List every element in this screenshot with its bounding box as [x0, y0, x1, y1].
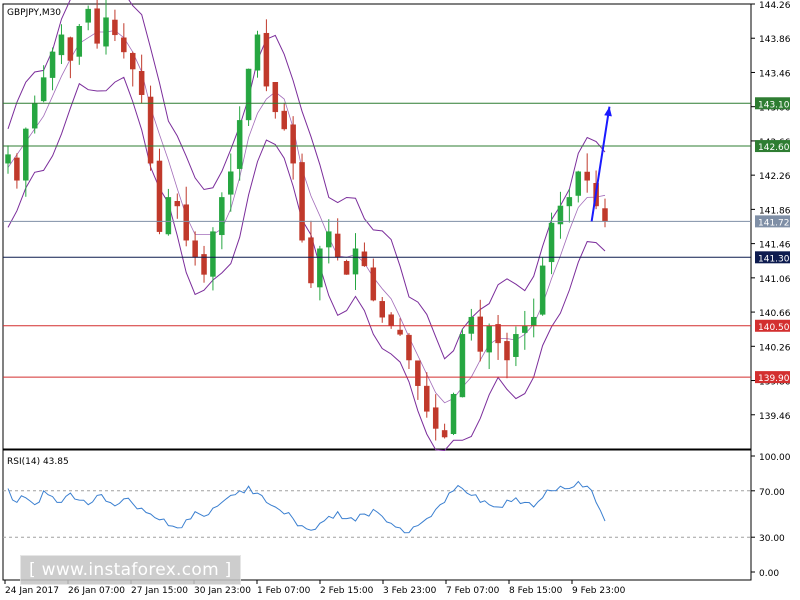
price-tick-label-7: 141.46: [759, 241, 791, 251]
candle-body: [379, 301, 385, 318]
candle-body: [432, 407, 439, 429]
candle-body: [281, 110, 287, 130]
time-tick-label-5: 2 Feb 15:00: [320, 586, 374, 596]
candle-body: [450, 393, 457, 435]
level-label-1: 142.60: [758, 143, 790, 153]
time-tick-label-6: 3 Feb 23:00: [383, 586, 437, 596]
candle-body: [31, 103, 38, 129]
price-tick-label-2: 143.46: [759, 69, 791, 79]
level-label-3: 141.30: [758, 254, 790, 264]
candle-body: [326, 231, 332, 248]
level-label-4: 140.50: [758, 323, 790, 333]
watermark: [ www.instaforex.com ]: [20, 555, 241, 585]
candle-body: [415, 360, 421, 386]
time-tick-label-7: 7 Feb 07:00: [446, 586, 500, 596]
chart-title: GBPJPY,M30: [7, 8, 61, 18]
chart-canvas: 144.26143.86143.46143.06142.66142.26141.…: [2, 0, 791, 596]
candle-body: [183, 204, 189, 241]
candle-body: [352, 248, 359, 275]
level-label-5: 139.90: [758, 374, 790, 384]
rsi-tick-label-0: 100.00: [759, 453, 791, 463]
candle-body: [5, 154, 11, 164]
candle-body: [370, 267, 377, 301]
level-label-0: 143.10: [758, 100, 790, 110]
candle-body: [575, 171, 582, 196]
candle-body: [299, 162, 305, 241]
candle-body: [219, 197, 225, 236]
candle-body: [459, 334, 466, 398]
candle-body: [94, 8, 100, 44]
candle-body: [424, 385, 430, 412]
price-tick-label-5: 142.26: [759, 172, 791, 182]
candle-body: [40, 77, 47, 102]
candle-body: [76, 26, 83, 57]
candle-body: [361, 251, 368, 267]
candle-body: [290, 124, 296, 164]
time-tick-label-3: 30 Jan 23:00: [194, 586, 251, 596]
price-tick-label-6: 141.86: [759, 206, 791, 216]
candle-body: [121, 37, 127, 53]
candle-body: [317, 248, 323, 288]
candle-body: [254, 34, 261, 71]
price-tick-label-12: 139.46: [759, 412, 791, 422]
time-tick-label-4: 1 Feb 07:00: [257, 586, 311, 596]
rsi-tick-label-3: 0.00: [759, 569, 779, 579]
candle-body: [14, 157, 20, 181]
time-tick-label-0: 24 Jan 2017: [5, 586, 59, 596]
candle-body: [272, 81, 279, 113]
candle-body: [530, 316, 537, 326]
candle-body: [58, 34, 65, 56]
candle-body: [129, 52, 136, 70]
candle-body: [513, 334, 519, 357]
price-tick-label-0: 144.26: [759, 1, 791, 11]
candle-body: [112, 19, 118, 36]
candle-body: [147, 96, 154, 164]
candle-body: [504, 341, 510, 361]
candle-body: [210, 231, 216, 277]
time-tick-label-1: 26 Jan 07:00: [68, 586, 125, 596]
candle-body: [138, 71, 145, 95]
candle-body: [192, 240, 198, 258]
candle-body: [165, 197, 172, 235]
rsi-tick-label-2: 30.00: [759, 534, 785, 544]
candle-body: [495, 324, 501, 344]
main-plot-frame: [2, 3, 752, 450]
price-tick-label-10: 140.26: [759, 343, 791, 353]
rsi-tick-label-1: 70.00: [759, 488, 785, 498]
candle-body: [245, 68, 252, 121]
candle-body: [103, 17, 109, 47]
candle-body: [236, 120, 243, 169]
candle-body: [228, 171, 234, 195]
candle-body: [23, 128, 29, 181]
candle-body: [406, 334, 412, 361]
candle-body: [308, 237, 314, 284]
candle-body: [539, 265, 546, 315]
candle-body: [49, 51, 56, 78]
candle-body: [486, 325, 492, 353]
candle-body: [174, 201, 181, 207]
candle-body: [602, 208, 608, 222]
candle-body: [441, 430, 448, 438]
price-tick-label-1: 143.86: [759, 35, 791, 45]
candle-body: [263, 32, 270, 87]
candle-body: [397, 329, 403, 335]
candle-body: [477, 316, 484, 352]
candle-body: [548, 222, 555, 263]
candle-body: [388, 314, 394, 327]
candle-body: [566, 197, 573, 207]
time-tick-label-2: 27 Jan 15:00: [131, 586, 188, 596]
price-tick-label-9: 140.66: [759, 309, 791, 319]
time-tick-label-9: 9 Feb 23:00: [572, 586, 626, 596]
time-tick-label-8: 8 Feb 15:00: [509, 586, 563, 596]
candle-body: [522, 325, 528, 333]
candle-body: [67, 37, 74, 61]
candle-body: [334, 233, 341, 258]
candle-body: [584, 171, 590, 181]
candle-body: [343, 261, 350, 275]
rsi-title: RSI(14) 43.85: [7, 457, 69, 467]
candle-body: [85, 8, 91, 23]
price-tick-label-8: 141.06: [759, 275, 791, 285]
level-label-2: 141.72: [758, 218, 790, 228]
